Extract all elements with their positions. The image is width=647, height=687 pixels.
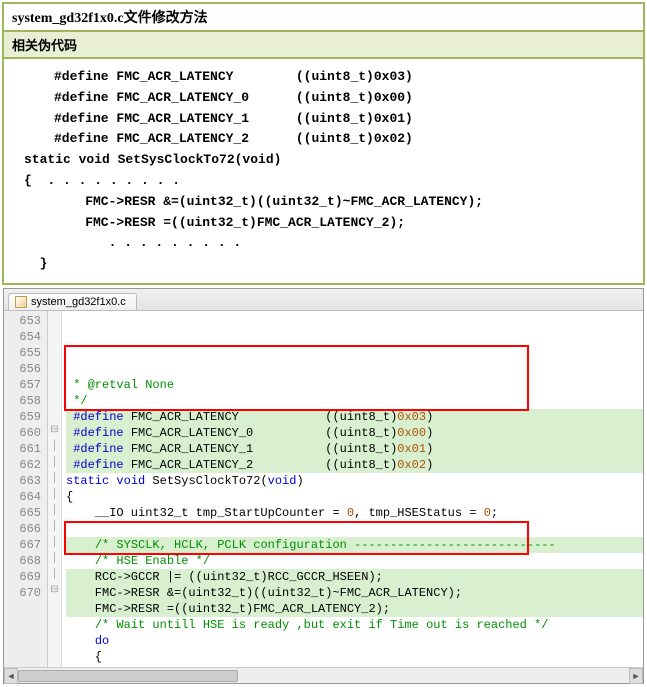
line-number: 659 (8, 409, 41, 425)
fold-marker-icon (48, 391, 61, 407)
pseudo-code-line: FMC->RESR &=(uint32_t)((uint32_t)~FMC_AC… (54, 192, 633, 213)
fold-marker-icon (48, 327, 61, 343)
code-line[interactable]: /* SYSCLK, HCLK, PCLK configuration ----… (66, 537, 643, 553)
code-lines[interactable]: * @retval None */ #define FMC_ACR_LATENC… (62, 311, 643, 667)
fold-marker-icon: │ (48, 551, 61, 567)
line-number: 662 (8, 457, 41, 473)
scroll-right-arrow-icon[interactable]: ► (629, 668, 643, 684)
line-number: 670 (8, 585, 41, 601)
doc-section: system_gd32f1x0.c文件修改方法 相关伪代码 #define FM… (2, 2, 645, 285)
line-number: 667 (8, 537, 41, 553)
pseudo-code-line: } (24, 254, 633, 275)
line-number: 654 (8, 329, 41, 345)
code-line[interactable]: RCC->GCCR |= ((uint32_t)RCC_GCCR_HSEEN); (66, 569, 643, 585)
fold-marker-icon: │ (48, 503, 61, 519)
code-line[interactable]: #define FMC_ACR_LATENCY_0 ((uint8_t)0x00… (66, 425, 643, 441)
pseudo-code-line: #define FMC_ACR_LATENCY_2 ((uint8_t)0x02… (54, 129, 633, 150)
fold-marker-icon[interactable]: ⊟ (48, 583, 61, 599)
pseudo-code-line: FMC->RESR =((uint32_t)FMC_ACR_LATENCY_2)… (54, 213, 633, 234)
editor-tab-bar: system_gd32f1x0.c (4, 289, 643, 311)
pseudo-code-line: . . . . . . . . . (54, 233, 633, 254)
code-line[interactable]: do (66, 633, 643, 649)
editor-tab[interactable]: system_gd32f1x0.c (8, 293, 137, 310)
pseudo-code-line: #define FMC_ACR_LATENCY_0 ((uint8_t)0x00… (54, 88, 633, 109)
line-number: 657 (8, 377, 41, 393)
line-number: 653 (8, 313, 41, 329)
section-title: system_gd32f1x0.c文件修改方法 (4, 4, 643, 32)
fold-marker-icon (48, 375, 61, 391)
code-line[interactable]: static void SetSysClockTo72(void) (66, 473, 643, 489)
code-line[interactable] (66, 521, 643, 537)
fold-marker-icon: │ (48, 567, 61, 583)
fold-marker-icon: │ (48, 455, 61, 471)
code-line[interactable]: FMC->RESR &=(uint32_t)((uint32_t)~FMC_AC… (66, 585, 643, 601)
tab-label: system_gd32f1x0.c (31, 296, 126, 308)
fold-column: ⊟│││││││││⊟ (48, 311, 62, 667)
pseudo-code-line: static void SetSysClockTo72(void) (24, 150, 633, 171)
line-number: 668 (8, 553, 41, 569)
fold-marker-icon[interactable]: ⊟ (48, 423, 61, 439)
fold-marker-icon (48, 343, 61, 359)
code-line[interactable]: #define FMC_ACR_LATENCY_2 ((uint8_t)0x02… (66, 457, 643, 473)
code-line[interactable]: /* HSE Enable */ (66, 553, 643, 569)
code-line[interactable]: { (66, 649, 643, 665)
pseudo-code-line: #define FMC_ACR_LATENCY_1 ((uint8_t)0x01… (54, 109, 633, 130)
line-number: 660 (8, 425, 41, 441)
code-line[interactable]: #define FMC_ACR_LATENCY_1 ((uint8_t)0x01… (66, 441, 643, 457)
fold-marker-icon: │ (48, 519, 61, 535)
line-number: 663 (8, 473, 41, 489)
line-number: 665 (8, 505, 41, 521)
line-number: 661 (8, 441, 41, 457)
code-editor: system_gd32f1x0.c 6536546556566576586596… (3, 288, 644, 684)
line-number: 666 (8, 521, 41, 537)
line-number: 658 (8, 393, 41, 409)
line-number: 669 (8, 569, 41, 585)
scroll-left-arrow-icon[interactable]: ◄ (4, 668, 18, 684)
line-number: 656 (8, 361, 41, 377)
code-line[interactable]: * @retval None (66, 377, 643, 393)
horizontal-scrollbar[interactable]: ◄ ► (4, 667, 643, 683)
code-line[interactable]: /* Wait untill HSE is ready ,but exit if… (66, 617, 643, 633)
line-number-gutter: 6536546556566576586596606616626636646656… (4, 311, 48, 667)
pseudo-code-block: #define FMC_ACR_LATENCY ((uint8_t)0x03)#… (4, 59, 643, 283)
fold-marker-icon: │ (48, 439, 61, 455)
code-area: 6536546556566576586596606616626636646656… (4, 311, 643, 667)
code-line[interactable]: FMC->RESR =((uint32_t)FMC_ACR_LATENCY_2)… (66, 601, 643, 617)
line-number: 664 (8, 489, 41, 505)
fold-marker-icon (48, 359, 61, 375)
fold-marker-icon: │ (48, 471, 61, 487)
pseudo-code-line: #define FMC_ACR_LATENCY ((uint8_t)0x03) (54, 67, 633, 88)
pseudo-code-line: { . . . . . . . . . (24, 171, 633, 192)
fold-marker-icon (48, 311, 61, 327)
fold-marker-icon: │ (48, 487, 61, 503)
scroll-thumb[interactable] (18, 670, 238, 682)
file-icon (15, 296, 27, 308)
fold-marker-icon: │ (48, 535, 61, 551)
code-line[interactable]: { (66, 489, 643, 505)
fold-marker-icon (48, 407, 61, 423)
code-line[interactable]: */ (66, 393, 643, 409)
line-number: 655 (8, 345, 41, 361)
code-line[interactable]: #define FMC_ACR_LATENCY ((uint8_t)0x03) (66, 409, 643, 425)
section-subtitle: 相关伪代码 (4, 32, 643, 59)
code-line[interactable]: __IO uint32_t tmp_StartUpCounter = 0, tm… (66, 505, 643, 521)
